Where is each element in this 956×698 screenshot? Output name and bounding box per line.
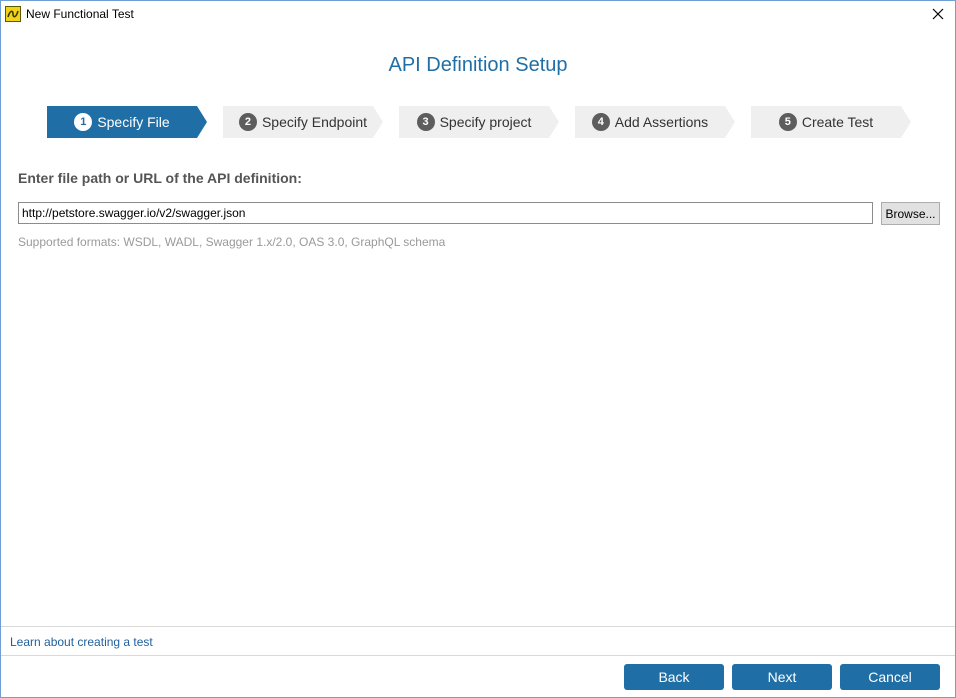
file-path-input[interactable]: [18, 202, 873, 224]
wizard-stepper: 1 Specify File 2 Specify Endpoint 3 Spec…: [47, 106, 917, 138]
page-title: API Definition Setup: [388, 54, 568, 76]
step-label: Specify Endpoint: [261, 114, 368, 130]
close-icon: [932, 8, 944, 20]
back-button[interactable]: Back: [624, 664, 724, 690]
step-specify-project[interactable]: 3 Specify project: [399, 106, 559, 138]
dialog-window: New Functional Test API Definition Setup…: [0, 0, 956, 698]
next-button[interactable]: Next: [732, 664, 832, 690]
browse-button[interactable]: Browse...: [881, 202, 940, 225]
cancel-button[interactable]: Cancel: [840, 664, 940, 690]
step-create-test[interactable]: 5 Create Test: [751, 106, 911, 138]
step-number: 2: [238, 113, 257, 131]
step-add-assertions[interactable]: 4 Add Assertions: [575, 106, 735, 138]
step-label: Add Assertions: [614, 114, 709, 130]
step-label: Create Test: [801, 114, 874, 130]
step-specify-file[interactable]: 1 Specify File: [47, 106, 207, 138]
learn-link[interactable]: Learn about creating a test: [10, 635, 153, 649]
step-number: 3: [416, 113, 435, 131]
step-number: 4: [591, 113, 610, 131]
step-specify-endpoint[interactable]: 2 Specify Endpoint: [223, 106, 383, 138]
footer-divider: [1, 626, 955, 627]
step-number: 1: [74, 113, 93, 131]
app-logo-icon: [5, 6, 21, 22]
step-label: Specify File: [97, 114, 170, 130]
step-number: 5: [778, 113, 797, 131]
close-button[interactable]: [921, 1, 955, 27]
supported-formats-hint: Supported formats: WSDL, WADL, Swagger 1…: [18, 235, 446, 249]
title-bar: New Functional Test: [1, 1, 955, 27]
step-label: Specify project: [439, 114, 532, 130]
file-path-label: Enter file path or URL of the API defini…: [18, 170, 302, 186]
button-bar-divider: [1, 655, 955, 656]
window-title: New Functional Test: [26, 7, 134, 21]
